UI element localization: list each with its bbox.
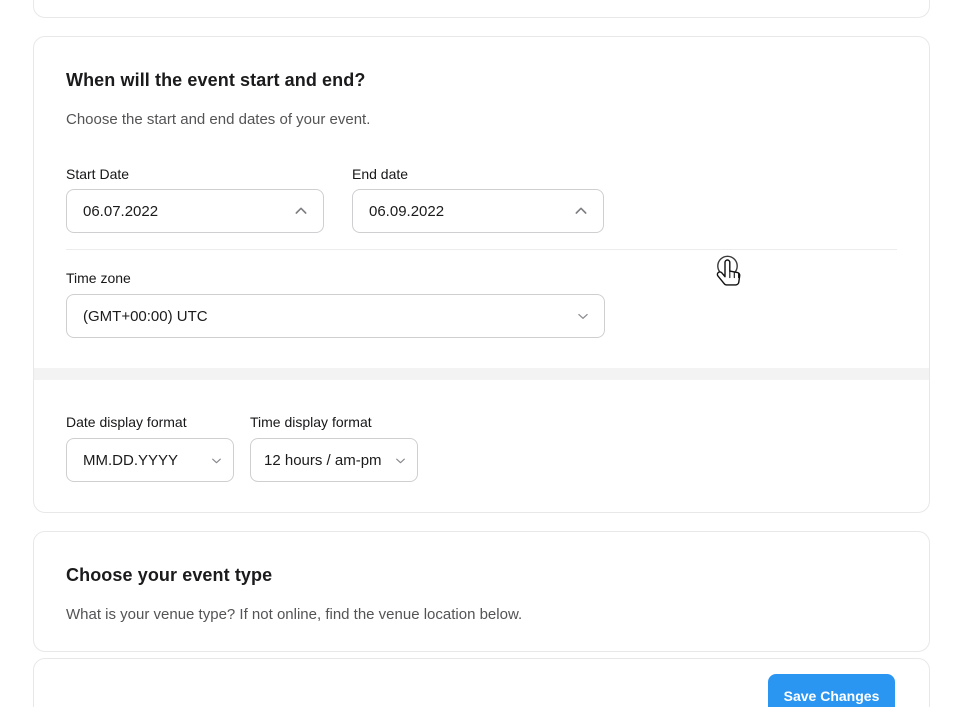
start-date-value: 06.07.2022 [83,202,159,220]
chevron-down-icon [210,454,223,467]
date-format-value: MM.DD.YYYY [83,451,179,469]
event-dates-card: When will the event start and end? Choos… [33,36,930,513]
event-dates-subtitle: Choose the start and end dates of your e… [66,111,371,128]
date-format-label: Date display format [66,414,187,430]
time-zone-value: (GMT+00:00) UTC [83,307,208,325]
subsection-separator-band [34,368,929,380]
save-bar: Save Changes [33,658,930,707]
section-divider [66,249,897,250]
event-type-card: Choose your event type What is your venu… [33,531,930,652]
time-zone-label: Time zone [66,270,131,286]
start-date-label: Start Date [66,166,130,182]
time-format-value: 12 hours / am-pm [264,451,382,469]
event-dates-title: When will the event start and end? [66,70,366,90]
end-date-input[interactable]: 06.09.2022 [352,189,604,233]
time-format-select[interactable]: 12 hours / am-pm [250,438,418,482]
chevron-up-icon [293,203,309,219]
chevron-down-icon [576,309,590,323]
time-format-label: Time display format [250,414,372,430]
end-date-label: End date [352,166,409,182]
chevron-down-icon [394,454,407,467]
date-format-select[interactable]: MM.DD.YYYY [66,438,234,482]
event-settings-page: When will the event start and end? Choos… [0,0,963,707]
event-type-subtitle: What is your venue type? If not online, … [66,606,523,623]
time-zone-select[interactable]: (GMT+00:00) UTC [66,294,605,338]
end-date-value: 06.09.2022 [369,202,445,220]
save-changes-button[interactable]: Save Changes [768,674,895,707]
previous-section-card-partial [33,0,930,18]
start-date-input[interactable]: 06.07.2022 [66,189,324,233]
event-type-title: Choose your event type [66,565,273,585]
chevron-up-icon [573,203,589,219]
